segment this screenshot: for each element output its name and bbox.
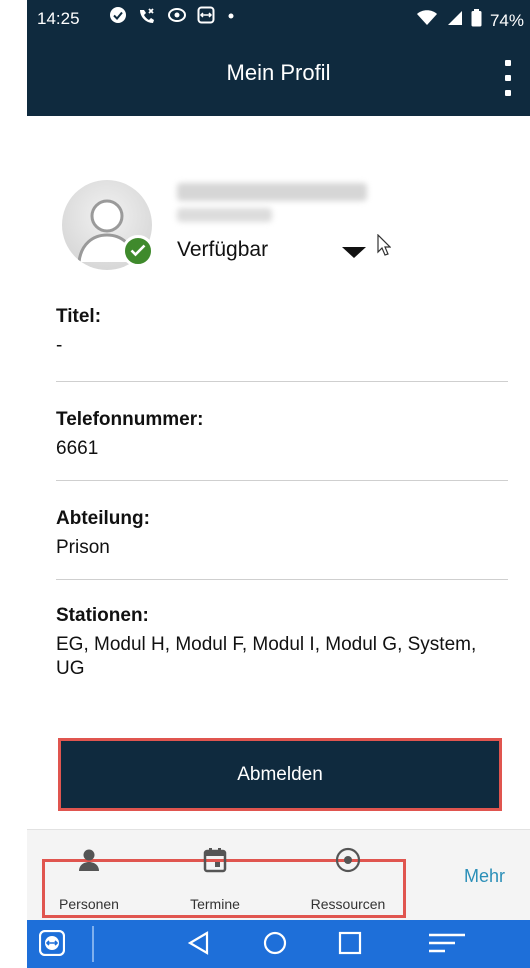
- field-value: 6661: [56, 438, 99, 459]
- separator: [92, 926, 94, 962]
- divider: [56, 381, 508, 382]
- dropdown-arrow-icon[interactable]: [342, 247, 366, 258]
- battery-icon: [471, 9, 482, 32]
- nav-label: Termine: [190, 896, 240, 912]
- menu-lines-icon[interactable]: [427, 930, 467, 961]
- app-icon: [197, 6, 215, 32]
- wifi-icon: [416, 10, 437, 31]
- page-title: Mein Profil: [226, 60, 331, 85]
- field-label: Abteilung:: [56, 508, 150, 529]
- home-icon[interactable]: [262, 930, 288, 961]
- profile-subtitle-redacted: [177, 208, 272, 222]
- person-icon: [49, 846, 129, 874]
- mouse-cursor-icon: [377, 233, 392, 261]
- battery-level: 74%: [489, 10, 524, 30]
- field-value: Prison: [56, 537, 110, 558]
- check-circle-icon: [109, 6, 127, 32]
- field-abteilung: Abteilung: Prison: [56, 508, 508, 560]
- system-nav-bar: [27, 920, 530, 968]
- nav-more[interactable]: Mehr: [464, 866, 505, 887]
- divider: [56, 480, 508, 481]
- status-time: 14:25: [37, 9, 80, 28]
- field-label: Titel:: [56, 306, 102, 327]
- field-value: -: [56, 335, 63, 356]
- field-telefonnummer: Telefonnummer: 6661: [56, 409, 508, 461]
- signal-icon: [445, 10, 463, 31]
- nav-item-personen[interactable]: Personen: [49, 846, 129, 912]
- divider: [56, 579, 508, 580]
- profile-name-redacted: [177, 183, 367, 201]
- field-label: Stationen:: [56, 605, 149, 626]
- nav-label: Ressourcen: [310, 896, 386, 912]
- missed-call-icon: [137, 6, 157, 32]
- field-label: Telefonnummer:: [56, 409, 204, 430]
- nav-item-ressourcen[interactable]: Ressourcen: [298, 846, 398, 912]
- status-dropdown-value[interactable]: Verfügbar: [177, 238, 268, 262]
- recents-icon[interactable]: [337, 930, 363, 961]
- resource-target-icon: [298, 846, 398, 874]
- calendar-icon: [175, 846, 255, 874]
- nav-label: Personen: [59, 896, 119, 912]
- status-right: 74%: [416, 9, 524, 32]
- bottom-nav: Personen Termine Ressourcen Mehr: [27, 829, 530, 921]
- field-titel: Titel: -: [56, 306, 508, 358]
- eye-icon: [167, 6, 187, 32]
- more-options-icon[interactable]: [500, 60, 516, 96]
- nav-item-termine[interactable]: Termine: [175, 846, 255, 912]
- app-bar: Mein Profil: [27, 40, 530, 116]
- dot-icon: [225, 6, 237, 32]
- status-bar: 14:25 74%: [27, 0, 530, 40]
- status-check-icon: [122, 235, 154, 267]
- field-value: EG, Modul H, Modul F, Modul I, Modul G, …: [56, 634, 477, 679]
- logout-button[interactable]: Abmelden: [58, 738, 502, 811]
- teamviewer-icon[interactable]: [38, 929, 66, 961]
- status-icons: [109, 6, 237, 32]
- back-icon[interactable]: [187, 930, 211, 961]
- phone-screen: 14:25 74% Mein Profil Verfügbar Titel: -…: [27, 0, 530, 968]
- field-stationen: Stationen: EG, Modul H, Modul F, Modul I…: [56, 605, 508, 681]
